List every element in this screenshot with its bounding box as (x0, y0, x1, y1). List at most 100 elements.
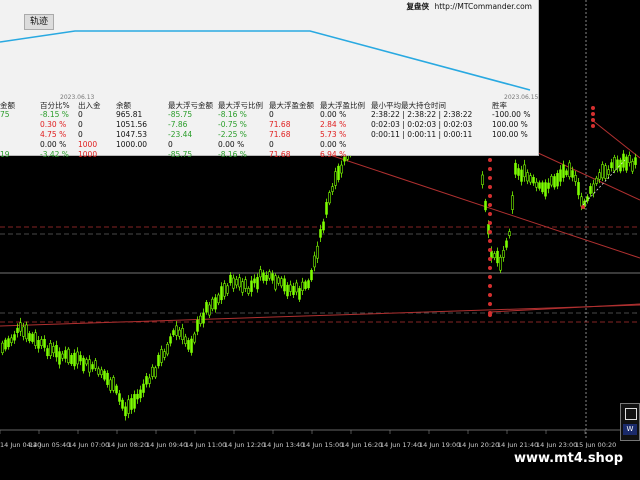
candle-body (289, 284, 292, 292)
candle-body (544, 182, 547, 197)
candle-body (232, 277, 235, 289)
stats-cell: 0.00 % (40, 140, 67, 149)
candle-body (268, 271, 271, 279)
widget-box[interactable] (625, 408, 637, 420)
candle-body (163, 351, 166, 358)
equity-line (0, 30, 531, 91)
candle-body (97, 368, 100, 375)
candle-body (193, 333, 196, 343)
candle-body (559, 169, 562, 182)
side-widget[interactable]: W (620, 403, 640, 441)
stats-cell: 71.68 (269, 120, 291, 129)
candle-body (241, 281, 244, 293)
stats-cell: -8.16 % (218, 150, 247, 159)
candle-body (166, 344, 169, 355)
trade-marker (488, 248, 492, 252)
candle-body (286, 284, 289, 297)
candle-body (547, 182, 550, 189)
candle-body (514, 162, 517, 175)
candle-body (316, 245, 319, 259)
candle-body (580, 196, 583, 207)
candle-body (550, 175, 553, 186)
time-axis-label: 14 Jun 20:20 (458, 441, 500, 449)
candle-body (79, 355, 82, 362)
candle-body (529, 175, 532, 183)
candle-body (37, 340, 40, 349)
candle-body (502, 250, 505, 258)
stats-cell: -8.15 % (40, 110, 69, 119)
trade-marker (488, 266, 492, 270)
candle-body (103, 370, 106, 380)
candle-body (148, 377, 151, 384)
candle-body (133, 394, 136, 409)
stats-cell: 0.00 % (218, 140, 245, 149)
candle-body (340, 164, 343, 174)
stats-cell: 0.00 % (320, 140, 347, 149)
candle-body (322, 221, 325, 231)
candle-body (565, 170, 568, 176)
candle-body (31, 333, 34, 342)
stats-cell: -3.42 % (40, 150, 69, 159)
candle-body (226, 285, 229, 294)
brand-label: 复盘侠 http://MTCommander.com (407, 1, 532, 12)
stats-cell: 100.00 % (492, 130, 528, 139)
candle-body (4, 339, 7, 350)
stats-row: 0.00 % 1000 1000.00 0 0.00 % 0 0.00 % (0, 140, 538, 150)
candle-body (130, 398, 133, 410)
candle-body (10, 337, 13, 343)
candle-body (160, 349, 163, 363)
candle-body (106, 372, 109, 385)
trade-marker (591, 118, 595, 122)
candle-body (307, 280, 310, 289)
candle-body (313, 255, 316, 268)
trade-marker (488, 302, 492, 306)
candle-body (46, 348, 49, 357)
stats-cell: 71.68 (269, 150, 291, 159)
stats-row: 4.75 % 0 1047.53 -23.44 -2.25 % 71.68 5.73 % 0:… (0, 130, 538, 140)
candle-body (22, 326, 25, 337)
stats-cell: 5.73 % (320, 130, 347, 139)
candle-body (223, 283, 226, 297)
trade-marker (488, 293, 492, 297)
candle-body (625, 156, 628, 171)
trade-marker (488, 284, 492, 288)
candle-body (124, 406, 127, 417)
candle-body (238, 277, 241, 288)
candle-body (205, 302, 208, 313)
trade-marker (488, 167, 492, 171)
candle-body (616, 159, 619, 169)
stats-cell: 1051.56 (116, 120, 148, 129)
stats-cell: 0 (78, 120, 83, 129)
candle-body (115, 385, 118, 394)
candle-body (598, 172, 601, 180)
candle-body (217, 294, 220, 304)
candle-body (64, 350, 67, 359)
stats-row: 0.30 % 0 1051.56 -7.86 -0.75 % 71.68 2.84 % 0:0… (0, 120, 538, 130)
candle-body (265, 274, 268, 282)
candle-body (301, 281, 304, 291)
stats-cell: 19 (0, 150, 10, 159)
candle-body (613, 157, 616, 171)
candle-body (310, 269, 313, 281)
candle-body (541, 182, 544, 193)
time-axis-label: 14 Jun 11:00 (185, 441, 227, 449)
candle-body (202, 312, 205, 324)
candle-body (574, 175, 577, 182)
stats-cell: 1000.00 (116, 140, 148, 149)
candle-body (481, 174, 484, 185)
candle-body (553, 176, 556, 188)
brand-url[interactable]: http://MTCommander.com (434, 2, 532, 11)
candle-body (526, 172, 529, 182)
widget-button[interactable]: W (623, 424, 637, 435)
stats-cell: 0 (78, 130, 83, 139)
stats-cell: -8.16 % (218, 110, 247, 119)
candle-body (136, 393, 139, 400)
candle-body (319, 229, 322, 238)
candle-body (55, 345, 58, 358)
trade-marker (488, 275, 492, 279)
stats-cell: 75 (0, 110, 10, 119)
watermark: www.mt4.shop (497, 448, 640, 469)
candle-body (181, 328, 184, 340)
candle-body (262, 272, 265, 281)
equity-curve (0, 30, 531, 91)
